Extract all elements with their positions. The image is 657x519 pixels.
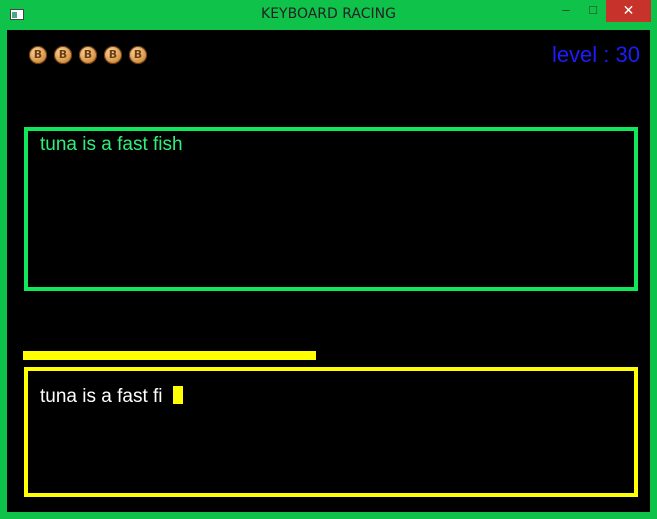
typed-text-line: tuna is a fast fi bbox=[40, 386, 183, 408]
title-bar: KEYBOARD RACING – □ ✕ bbox=[0, 0, 657, 30]
bitcoin-coin-icon: B bbox=[104, 46, 122, 64]
bitcoin-coin-icon: B bbox=[79, 46, 97, 64]
typing-input-box[interactable]: tuna is a fast fi bbox=[24, 367, 638, 497]
bitcoin-coin-icon: B bbox=[29, 46, 47, 64]
close-button[interactable]: ✕ bbox=[606, 0, 651, 22]
bitcoin-coin-icon: B bbox=[129, 46, 147, 64]
minimize-button[interactable]: – bbox=[553, 0, 579, 22]
typed-text: tuna is a fast fi bbox=[40, 386, 163, 407]
game-canvas: B B B B B level : 30 tuna is a fast fish… bbox=[7, 30, 650, 512]
text-cursor bbox=[172, 386, 183, 404]
target-sentence-box: tuna is a fast fish bbox=[24, 127, 638, 291]
game-window: KEYBOARD RACING – □ ✕ B B B B B level : … bbox=[0, 0, 657, 519]
target-sentence: tuna is a fast fish bbox=[40, 134, 183, 155]
progress-fill bbox=[23, 351, 316, 360]
level-indicator: level : 30 bbox=[551, 42, 640, 67]
progress-bar bbox=[23, 351, 633, 360]
maximize-button[interactable]: □ bbox=[580, 0, 606, 22]
bitcoin-coin-icon: B bbox=[54, 46, 72, 64]
